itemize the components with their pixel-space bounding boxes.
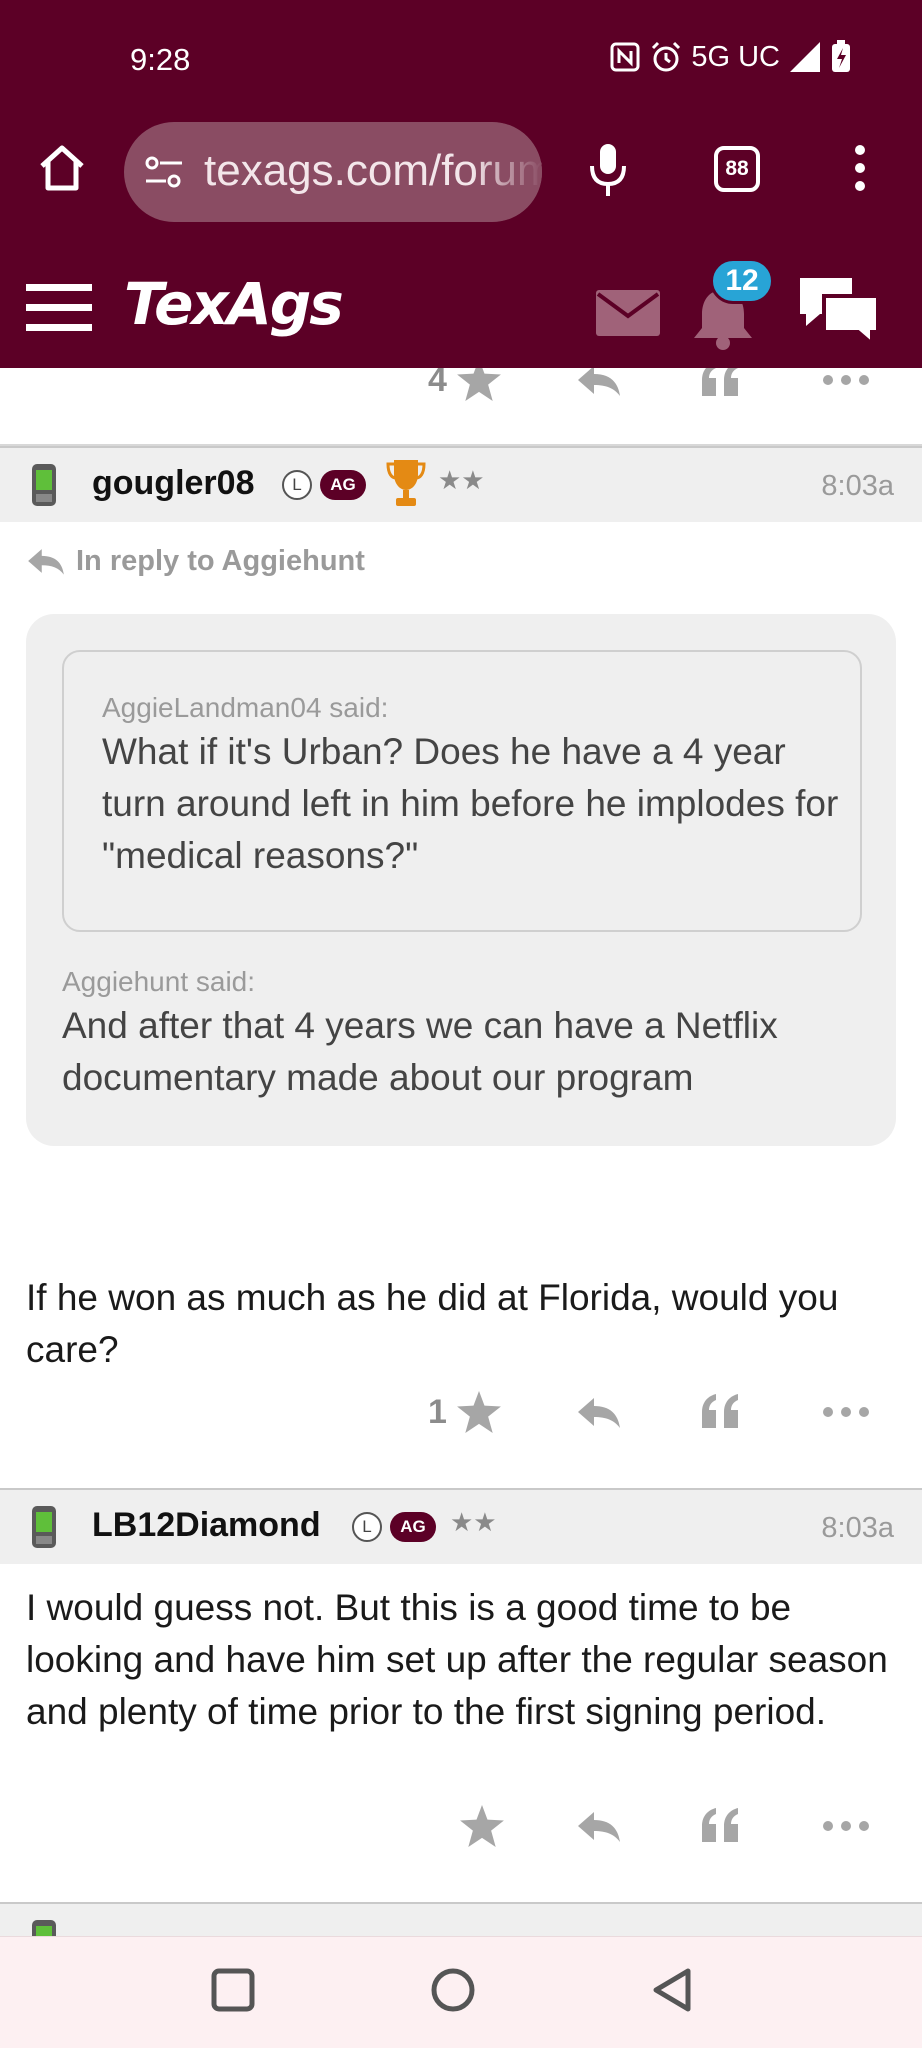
reply-icon[interactable] [576,1796,622,1856]
post-actions: 1 [0,1382,922,1442]
nested-quote-content: AggieLandman04 said: What if it's Urban?… [102,692,842,882]
affiliation-badge: AG [390,1512,436,1542]
site-logo[interactable]: TexAgs [124,270,344,338]
status-bar: 9:28 5G UC [0,0,922,120]
star-count: 4 [428,368,447,399]
device-phone-icon [32,1506,56,1548]
device-phone-icon [32,1920,56,1936]
rank-stars: ★★ [450,1508,497,1538]
nested-quote-block: AggieLandman04 said: What if it's Urban?… [62,650,862,932]
reply-icon[interactable] [576,368,622,410]
home-circle-icon[interactable] [430,1967,476,2013]
star-button[interactable] [460,1796,504,1856]
quote-author: Aggiehunt said: [62,966,256,997]
reply-to-text: In reply to Aggiehunt [76,544,365,577]
network-type: 5G UC [691,40,780,73]
post-time: 8:03a [821,470,894,502]
post-username[interactable]: LB12Diamond [92,1506,321,1545]
status-time: 9:28 [130,42,191,77]
star-icon [460,1805,504,1847]
nested-quote-author: AggieLandman04 said: [102,692,389,723]
star-button[interactable]: 1 [428,1382,501,1442]
affiliation-badge: AG [320,470,366,500]
reply-icon [28,549,64,575]
star-icon [457,368,501,401]
nested-quote-text: What if it's Urban? Does he have a 4 yea… [102,731,839,876]
forum-feed[interactable]: 4 gougler08 L AG ★★ 8:03a In reply to Ag… [0,368,922,1936]
more-options-icon[interactable] [820,368,872,410]
trophy-icon [386,460,426,506]
site-settings-icon[interactable] [144,154,184,190]
post-header: gougler08 L AG ★★ 8:03a [0,446,922,522]
post-username[interactable]: gougler08 [92,464,254,503]
more-options-icon[interactable] [820,1796,872,1856]
quote-icon[interactable] [698,368,742,410]
quote-block: AggieLandman04 said: What if it's Urban?… [26,614,896,1146]
reply-to-link[interactable]: In reply to Aggiehunt [26,544,365,578]
post-body: If he won as much as he did at Florida, … [26,1277,839,1370]
post-time: 8:03a [821,1512,894,1544]
chat-icon[interactable] [796,274,882,344]
mail-icon[interactable] [596,290,660,336]
device-phone-icon [32,464,56,506]
star-count: 1 [428,1392,447,1431]
post-actions: 4 [0,368,922,410]
quote-content: Aggiehunt said: And after that 4 years w… [62,966,862,1104]
app-header: 9:28 5G UC texags.com/forums 88 TexAgs 1… [0,0,922,368]
mic-icon[interactable] [588,142,628,198]
star-icon [457,1391,501,1433]
recents-icon[interactable] [210,1967,256,2013]
quote-text: And after that 4 years we can have a Net… [62,1005,778,1098]
browser-toolbar: texags.com/forums 88 [0,120,922,224]
post-header-next [0,1902,922,1936]
more-vert-icon[interactable] [848,142,872,194]
battery-charging-icon [832,40,850,72]
notification-badge[interactable]: 12 [710,258,774,304]
quote-icon[interactable] [698,1382,742,1442]
post-actions [0,1796,922,1856]
hamburger-icon[interactable] [26,280,92,336]
url-fade [472,122,542,222]
site-nav-bar: TexAgs 12 [0,250,922,368]
url-bar[interactable]: texags.com/forums [124,122,542,222]
home-icon[interactable] [36,142,88,194]
tab-switcher-button[interactable]: 88 [714,146,760,192]
signal-icon [790,42,820,72]
status-icons: 5G UC [609,40,852,74]
rank-stars: ★★ [438,466,485,496]
reply-icon[interactable] [576,1382,622,1442]
level-badge: L [282,470,312,500]
quote-icon[interactable] [698,1796,742,1856]
level-badge: L [352,1512,382,1542]
post-body: I would guess not. But this is a good ti… [26,1587,888,1732]
nfc-icon [610,42,640,72]
star-button[interactable]: 4 [428,368,501,410]
more-options-icon[interactable] [820,1382,872,1442]
post-header: LB12Diamond L AG ★★ 8:03a [0,1488,922,1564]
alarm-icon [652,41,681,72]
back-icon[interactable] [650,1967,696,2013]
system-nav-bar [0,1936,922,2048]
